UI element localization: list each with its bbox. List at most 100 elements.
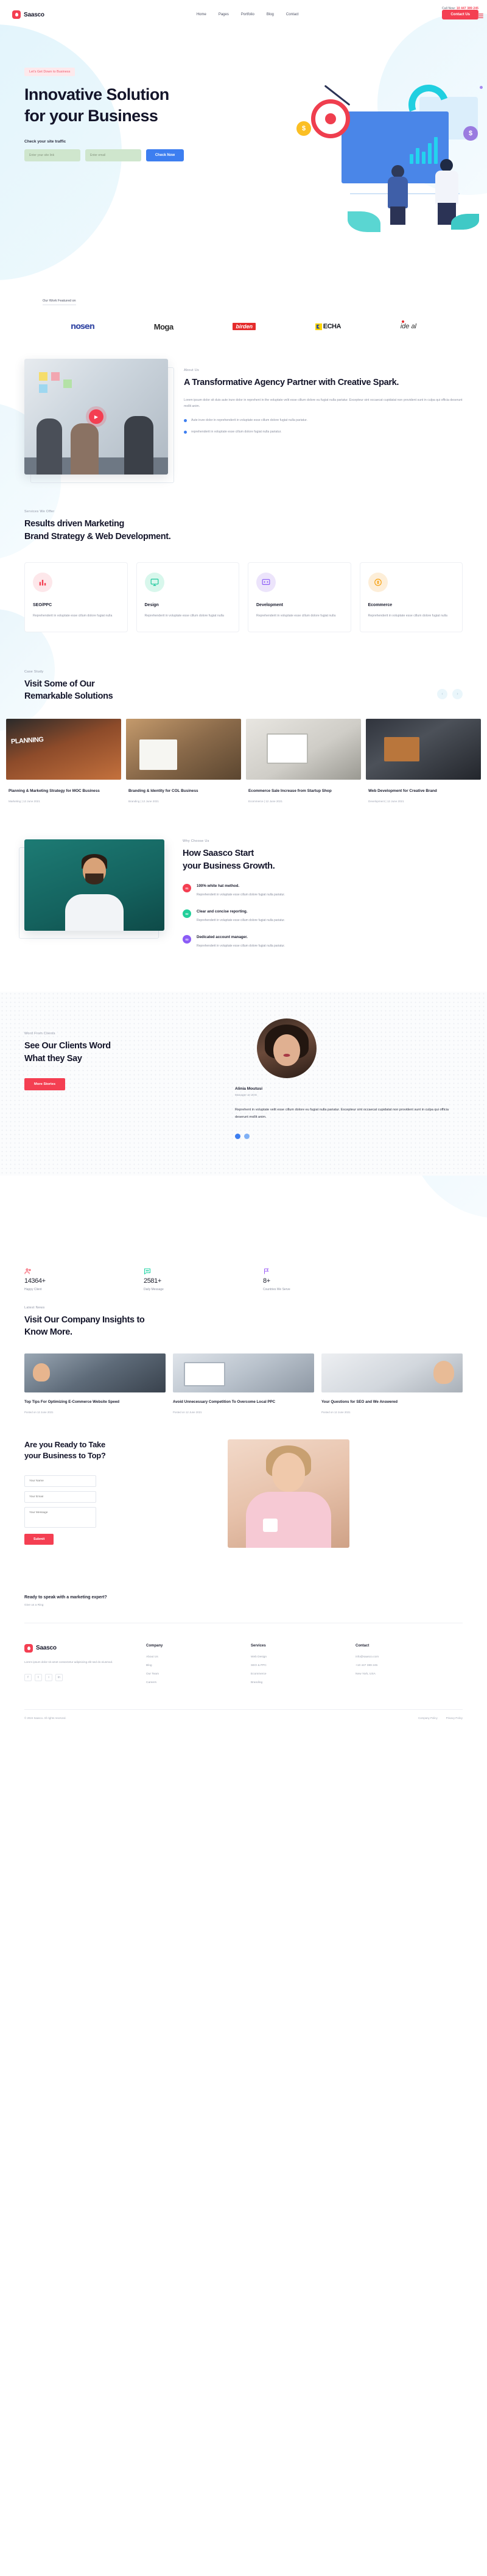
email-input[interactable] <box>85 149 141 162</box>
stat-daily-message: 2581+ Daily Message <box>144 1267 263 1291</box>
why-step: 03 Dedicated account manager. Reprehende… <box>183 935 463 949</box>
brand-logo-row: nosen Moga birden ECHA ide al <box>71 320 416 332</box>
flag-icon <box>263 1267 382 1276</box>
stat-happy-client: 14364+ Happy Client <box>24 1267 144 1291</box>
site-header: Saasco Home Pages Portfolio Blog Contact… <box>0 0 487 29</box>
why-title-line2: your Business Growth. <box>183 861 275 871</box>
case-card[interactable]: Web Development for Creative Brand Devel… <box>366 718 481 803</box>
site-footer: Saasco Lorem ipsum dolor sit amet consec… <box>24 1643 463 1702</box>
step-number: 02 <box>183 909 191 919</box>
nav-item-contact[interactable]: Contact <box>286 13 299 16</box>
droplet-icon <box>12 10 21 19</box>
footer-link[interactable]: Ecommerce <box>251 1673 356 1676</box>
service-card-ecommerce[interactable]: Ecommerce Reprehenderit in voluptate ess… <box>359 562 463 632</box>
person-illustration <box>385 165 411 225</box>
testimonial-title-line2: What they Say <box>24 1053 82 1064</box>
case-meta: Ecommerce | 12 June 2021 <box>248 799 283 803</box>
linkedin-icon[interactable]: in <box>55 1673 63 1681</box>
step-number: 01 <box>183 884 191 893</box>
footer-link[interactable]: Our Team <box>146 1673 251 1676</box>
why-choose-section: Why Choose Us How Saasco Start your Busi… <box>19 839 463 949</box>
logo[interactable]: Saasco <box>12 10 44 19</box>
cases-title: Visit Some of Our Remarkable Solutions <box>24 678 113 703</box>
hamburger-icon[interactable] <box>478 13 483 18</box>
check-now-button[interactable]: Check Now <box>146 149 184 162</box>
list-item: reprehenderit in voluptate esse cillum d… <box>184 429 463 435</box>
footer-column-company: Company About Us Blog Our Team Careers <box>146 1644 251 1690</box>
company-policy-link[interactable]: Company Policy <box>418 1717 438 1720</box>
site-link-input[interactable] <box>24 149 80 162</box>
case-card[interactable]: Branding & Identity for COL Business Bra… <box>126 718 241 803</box>
footer-logo[interactable]: Saasco <box>24 1643 146 1653</box>
service-card-development[interactable]: Development Reprehenderit in voluptate e… <box>248 562 351 632</box>
play-icon[interactable]: ▶ <box>89 409 103 424</box>
blog-card-title: Top Tips For Optimizing E-Commerce Websi… <box>24 1399 120 1404</box>
footer-link[interactable]: New York, USA <box>356 1673 460 1676</box>
chevron-left-icon[interactable]: ‹ <box>437 688 447 699</box>
pagination-dot[interactable] <box>235 1133 240 1139</box>
nav-item-portfolio[interactable]: Portfolio <box>241 13 254 16</box>
blog-card[interactable]: Your Questions for SEO and We Answered P… <box>321 1353 463 1414</box>
ready-sub[interactable]: Give us a Ring <box>24 1604 463 1607</box>
message-field[interactable] <box>24 1507 96 1528</box>
testimonial-role: Manager at UOS <box>235 1094 257 1098</box>
nav-item-pages[interactable]: Pages <box>219 13 229 16</box>
blog-section: Latest News Visit Our Company Insights t… <box>24 1306 463 1414</box>
hero-title-line1: Innovative Solution <box>24 85 169 104</box>
message-icon <box>144 1267 263 1276</box>
footer-link[interactable]: +10 447 389 245 <box>356 1664 460 1667</box>
nav-item-home[interactable]: Home <box>197 13 206 16</box>
cta-title-line1: Are you Ready to Take <box>24 1439 105 1449</box>
services-title-line2: Brand Strategy & Web Development. <box>24 531 171 542</box>
footer-link[interactable]: info@saasco.com <box>356 1656 460 1659</box>
hero-section: Let's Get Down to Business Innovative So… <box>0 17 487 273</box>
nav-item-blog[interactable]: Blog <box>267 13 274 16</box>
instagram-icon[interactable]: i <box>45 1673 52 1681</box>
testimonial-name: Alinia Moutusi <box>235 1087 263 1092</box>
chevron-right-icon[interactable]: › <box>452 688 463 699</box>
service-card-design[interactable]: Design Reprehenderit in voluptate esse c… <box>136 562 239 632</box>
testimonial-section: Word From Clients See Our Clients Word W… <box>0 992 487 1176</box>
pagination-dot[interactable] <box>244 1133 250 1139</box>
stat-countries: 8+ Countries We Serve <box>263 1267 382 1291</box>
case-title: Web Development for Creative Brand <box>368 788 437 793</box>
footer-link[interactable]: About Us <box>146 1656 251 1659</box>
contact-us-button[interactable]: Contact Us <box>442 10 478 19</box>
blog-card-title: Avoid Unnecessary Competition To Overcom… <box>173 1399 276 1404</box>
case-card[interactable]: Planning & Marketing Strategy for MOC Bu… <box>6 718 121 803</box>
step-title: 100% white hat method. <box>197 884 240 889</box>
case-study-section: Case Study Visit Some of Our Remarkable … <box>0 670 487 803</box>
blog-title: Visit Our Company Insights to Know More. <box>24 1314 463 1339</box>
cta-title-line2: your Business to Top? <box>24 1451 106 1461</box>
service-card-seo[interactable]: SEO/PPC Reprehenderit in voluptate esse … <box>24 562 128 632</box>
why-step: 01 100% white hat method. Reprehenderit … <box>183 884 463 898</box>
submit-button[interactable]: Submit <box>24 1534 54 1545</box>
step-title: Dedicated account manager. <box>197 935 248 940</box>
testimonial-pagination <box>235 1133 463 1139</box>
name-field[interactable] <box>24 1475 96 1487</box>
main-nav: Home Pages Portfolio Blog Contact <box>197 13 299 16</box>
facebook-icon[interactable]: f <box>24 1673 32 1681</box>
testimonial-title-line1: See Our Clients Word <box>24 1041 111 1051</box>
footer-link[interactable]: Blog <box>146 1664 251 1667</box>
email-field[interactable] <box>24 1491 96 1503</box>
stat-value: 14364+ <box>24 1277 46 1285</box>
twitter-icon[interactable]: t <box>35 1673 42 1681</box>
ready-title: Ready to speak with a marketing expert? <box>24 1595 107 1600</box>
bullet-text: reprehenderit in voluptate esse cillum d… <box>191 430 282 434</box>
blog-card[interactable]: Top Tips For Optimizing E-Commerce Websi… <box>24 1353 166 1414</box>
blog-cards: Top Tips For Optimizing E-Commerce Websi… <box>24 1353 463 1414</box>
footer-link[interactable]: Branding <box>251 1681 356 1684</box>
bullet-text: Aute irure dolor in reprehenderit in vol… <box>191 418 307 422</box>
privacy-policy-link[interactable]: Privacy Policy <box>446 1717 463 1720</box>
blog-image <box>173 1353 314 1392</box>
footer-link[interactable]: SEO & PPC <box>251 1664 356 1667</box>
why-title-line1: How Saasco Start <box>183 848 254 858</box>
case-card[interactable]: Ecommerce Sale Increase from Startup Sho… <box>246 718 361 803</box>
services-title: Results driven Marketing Brand Strategy … <box>24 518 463 543</box>
more-stories-button[interactable]: More Stories <box>24 1078 66 1091</box>
blog-card[interactable]: Avoid Unnecessary Competition To Overcom… <box>173 1353 314 1414</box>
footer-link[interactable]: Web Design <box>251 1656 356 1659</box>
footer-link[interactable]: Careers <box>146 1681 251 1684</box>
stat-label: Daily Message <box>144 1287 164 1291</box>
